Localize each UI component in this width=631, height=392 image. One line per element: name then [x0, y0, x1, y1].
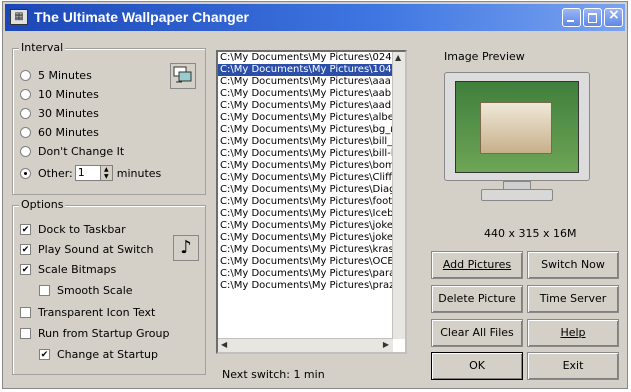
list-item[interactable]: C:\My Documents\My Pictures\albet — [218, 112, 396, 124]
ok-button[interactable]: OK — [431, 352, 523, 380]
minimize-button[interactable] — [562, 8, 581, 27]
preview-resolution: 440 x 315 x 16M — [484, 227, 577, 240]
interval-dont-change[interactable]: Don't Change It — [20, 145, 124, 159]
title-bar[interactable]: ▦ The Ultimate Wallpaper Changer — [5, 4, 625, 31]
interval-other[interactable]: Other: 1 ▲ ▼ minutes — [20, 165, 161, 181]
run-from-startup-checkbox[interactable]: Run from Startup Group — [20, 327, 170, 341]
interval-60-minutes[interactable]: 60 Minutes — [20, 126, 99, 140]
transparent-icon-text-checkbox[interactable]: Transparent Icon Text — [20, 306, 155, 320]
list-item[interactable]: C:\My Documents\My Pictures\aaa.j — [218, 76, 396, 88]
delete-picture-button[interactable]: Delete Picture — [431, 285, 523, 313]
scroll-right-icon[interactable]: ▶ — [383, 340, 389, 349]
list-item[interactable]: C:\My Documents\My Pictures\krasr — [218, 244, 396, 256]
play-sound-checkbox[interactable]: Play Sound at Switch — [20, 243, 154, 257]
list-item[interactable]: C:\My Documents\My Pictures\OCEA — [218, 256, 396, 268]
list-item[interactable]: C:\My Documents\My Pictures\bg_n — [218, 124, 396, 136]
list-item[interactable]: C:\My Documents\My Pictures\Icebo — [218, 208, 396, 220]
interval-legend: Interval — [19, 41, 66, 54]
preview-screen — [455, 81, 579, 173]
app-icon: ▦ — [10, 9, 28, 25]
time-server-button[interactable]: Time Server — [527, 285, 619, 313]
list-item[interactable]: C:\My Documents\My Pictures\joke_ — [218, 232, 396, 244]
wallpaper-cycle-icon[interactable] — [170, 63, 196, 89]
music-note-icon[interactable]: ♪ — [173, 235, 199, 261]
list-item[interactable]: C:\My Documents\My Pictures\para — [218, 268, 396, 280]
smooth-scale-checkbox[interactable]: Smooth Scale — [39, 284, 133, 298]
image-preview-label: Image Preview — [444, 50, 525, 63]
list-item[interactable]: C:\My Documents\My Pictures\Cliff i — [218, 172, 396, 184]
list-item[interactable]: C:\My Documents\My Pictures\bomb — [218, 160, 396, 172]
preview-image — [480, 102, 552, 154]
list-item[interactable]: C:\My Documents\My Pictures\praz — [218, 280, 396, 292]
horizontal-scrollbar[interactable]: ◀ ▶ — [218, 338, 393, 352]
scroll-left-icon[interactable]: ◀ — [221, 340, 227, 349]
window-title: The Ultimate Wallpaper Changer — [34, 9, 249, 25]
scale-bitmaps-checkbox[interactable]: Scale Bitmaps — [20, 263, 116, 277]
list-item[interactable]: C:\My Documents\My Pictures\aad.j — [218, 100, 396, 112]
change-at-startup-checkbox[interactable]: Change at Startup — [39, 348, 158, 362]
clear-all-files-button[interactable]: Clear All Files — [431, 319, 523, 347]
list-item[interactable]: C:\My Documents\My Pictures\bill_c — [218, 136, 396, 148]
stepper-arrows[interactable]: ▲ ▼ — [99, 166, 112, 180]
list-item[interactable]: C:\My Documents\My Pictures\joke_ — [218, 220, 396, 232]
add-pictures-button[interactable]: Add Pictures — [431, 251, 523, 279]
options-legend: Options — [19, 198, 66, 211]
interval-10-minutes[interactable]: 10 Minutes — [20, 88, 99, 102]
interval-30-minutes[interactable]: 30 Minutes — [20, 107, 99, 121]
scroll-up-icon[interactable]: ▲ — [395, 53, 401, 62]
exit-button[interactable]: Exit — [527, 352, 619, 380]
next-switch-status: Next switch: 1 min — [222, 368, 325, 381]
options-group: Options Dock to Taskbar Play Sound at Sw… — [12, 198, 206, 375]
list-item[interactable]: C:\My Documents\My Pictures\1048 — [218, 64, 396, 76]
list-item[interactable]: C:\My Documents\My Pictures\bill-h — [218, 148, 396, 160]
switch-now-button[interactable]: Switch Now — [527, 251, 619, 279]
picture-file-list[interactable]: C:\My Documents\My Pictures\024.jpg C:\My… — [216, 50, 407, 354]
list-item[interactable]: C:\My Documents\My Pictures\aab.j — [218, 88, 396, 100]
interval-5-minutes[interactable]: 5 Minutes — [20, 69, 92, 83]
close-button[interactable] — [604, 7, 623, 27]
monitor-base — [481, 189, 553, 201]
preview-monitor — [444, 72, 590, 181]
list-item[interactable]: C:\My Documents\My Pictures\footp — [218, 196, 396, 208]
list-item[interactable]: C:\My Documents\My Pictures\024.jpg — [218, 52, 396, 64]
interval-group: Interval 5 Minutes 10 Minutes 30 Minutes… — [12, 41, 206, 195]
vertical-scrollbar[interactable]: ▲ — [392, 52, 405, 339]
maximize-button[interactable] — [583, 8, 602, 27]
app-window: ▦ The Ultimate Wallpaper Changer Interva… — [2, 1, 628, 389]
list-item[interactable]: C:\My Documents\My Pictures\Diag — [218, 184, 396, 196]
dock-to-taskbar-checkbox[interactable]: Dock to Taskbar — [20, 223, 126, 237]
help-button[interactable]: Help — [527, 319, 619, 347]
other-minutes-stepper[interactable]: 1 ▲ ▼ — [74, 165, 113, 181]
